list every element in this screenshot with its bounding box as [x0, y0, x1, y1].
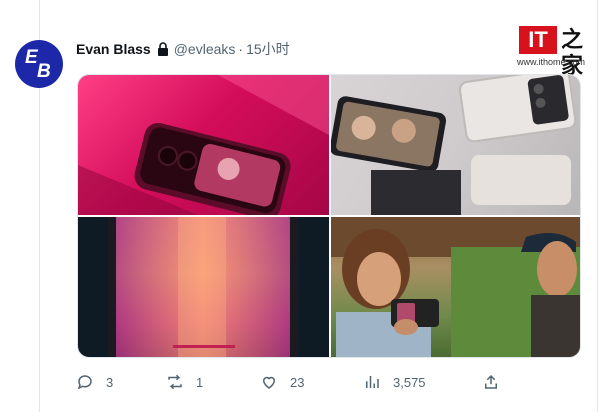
tweet-header: Evan Blass @evleaks · 15小时	[76, 39, 290, 59]
share-icon	[485, 374, 497, 389]
reply-icon	[77, 375, 92, 390]
tweet-timestamp[interactable]: 15小时	[246, 39, 290, 59]
share-button[interactable]	[482, 372, 512, 392]
heart-icon	[262, 376, 276, 389]
views-button[interactable]: 3,575	[363, 372, 426, 392]
media-image-flip-phones-selfie[interactable]	[331, 75, 580, 215]
retweet-icon	[168, 374, 182, 390]
views-count: 3,575	[393, 374, 426, 390]
reply-count: 3	[106, 374, 114, 390]
views-icon	[366, 376, 379, 388]
media-image-couple-with-phone[interactable]	[331, 217, 580, 357]
ithome-url: www.ithome.com	[517, 57, 586, 67]
author-handle[interactable]: @evleaks	[174, 41, 236, 57]
lock-icon	[157, 42, 168, 56]
ithome-watermark: IT 之家 www.ithome.com	[517, 26, 597, 79]
avatar-initial-e: E	[25, 47, 38, 68]
ithome-logo-char: 之家	[561, 27, 584, 79]
avatar-initial-b: B	[37, 61, 51, 82]
reply-button[interactable]: 3	[76, 372, 113, 392]
like-count: 23	[290, 374, 305, 390]
avatar[interactable]: E B	[15, 40, 63, 88]
ithome-logo: IT	[519, 26, 557, 54]
retweet-button[interactable]: 1	[166, 372, 203, 392]
author-name[interactable]: Evan Blass	[76, 41, 151, 57]
retweet-count: 1	[196, 374, 204, 390]
column-border	[597, 0, 598, 412]
media-image-pink-flip-phone[interactable]	[78, 75, 329, 215]
separator-dot: ·	[238, 41, 244, 57]
like-button[interactable]: 23	[260, 372, 304, 392]
media-grid	[77, 74, 581, 358]
tweet-actions: 3 1 23 3,575	[76, 372, 506, 392]
media-image-flip-phone-display[interactable]	[78, 217, 329, 357]
